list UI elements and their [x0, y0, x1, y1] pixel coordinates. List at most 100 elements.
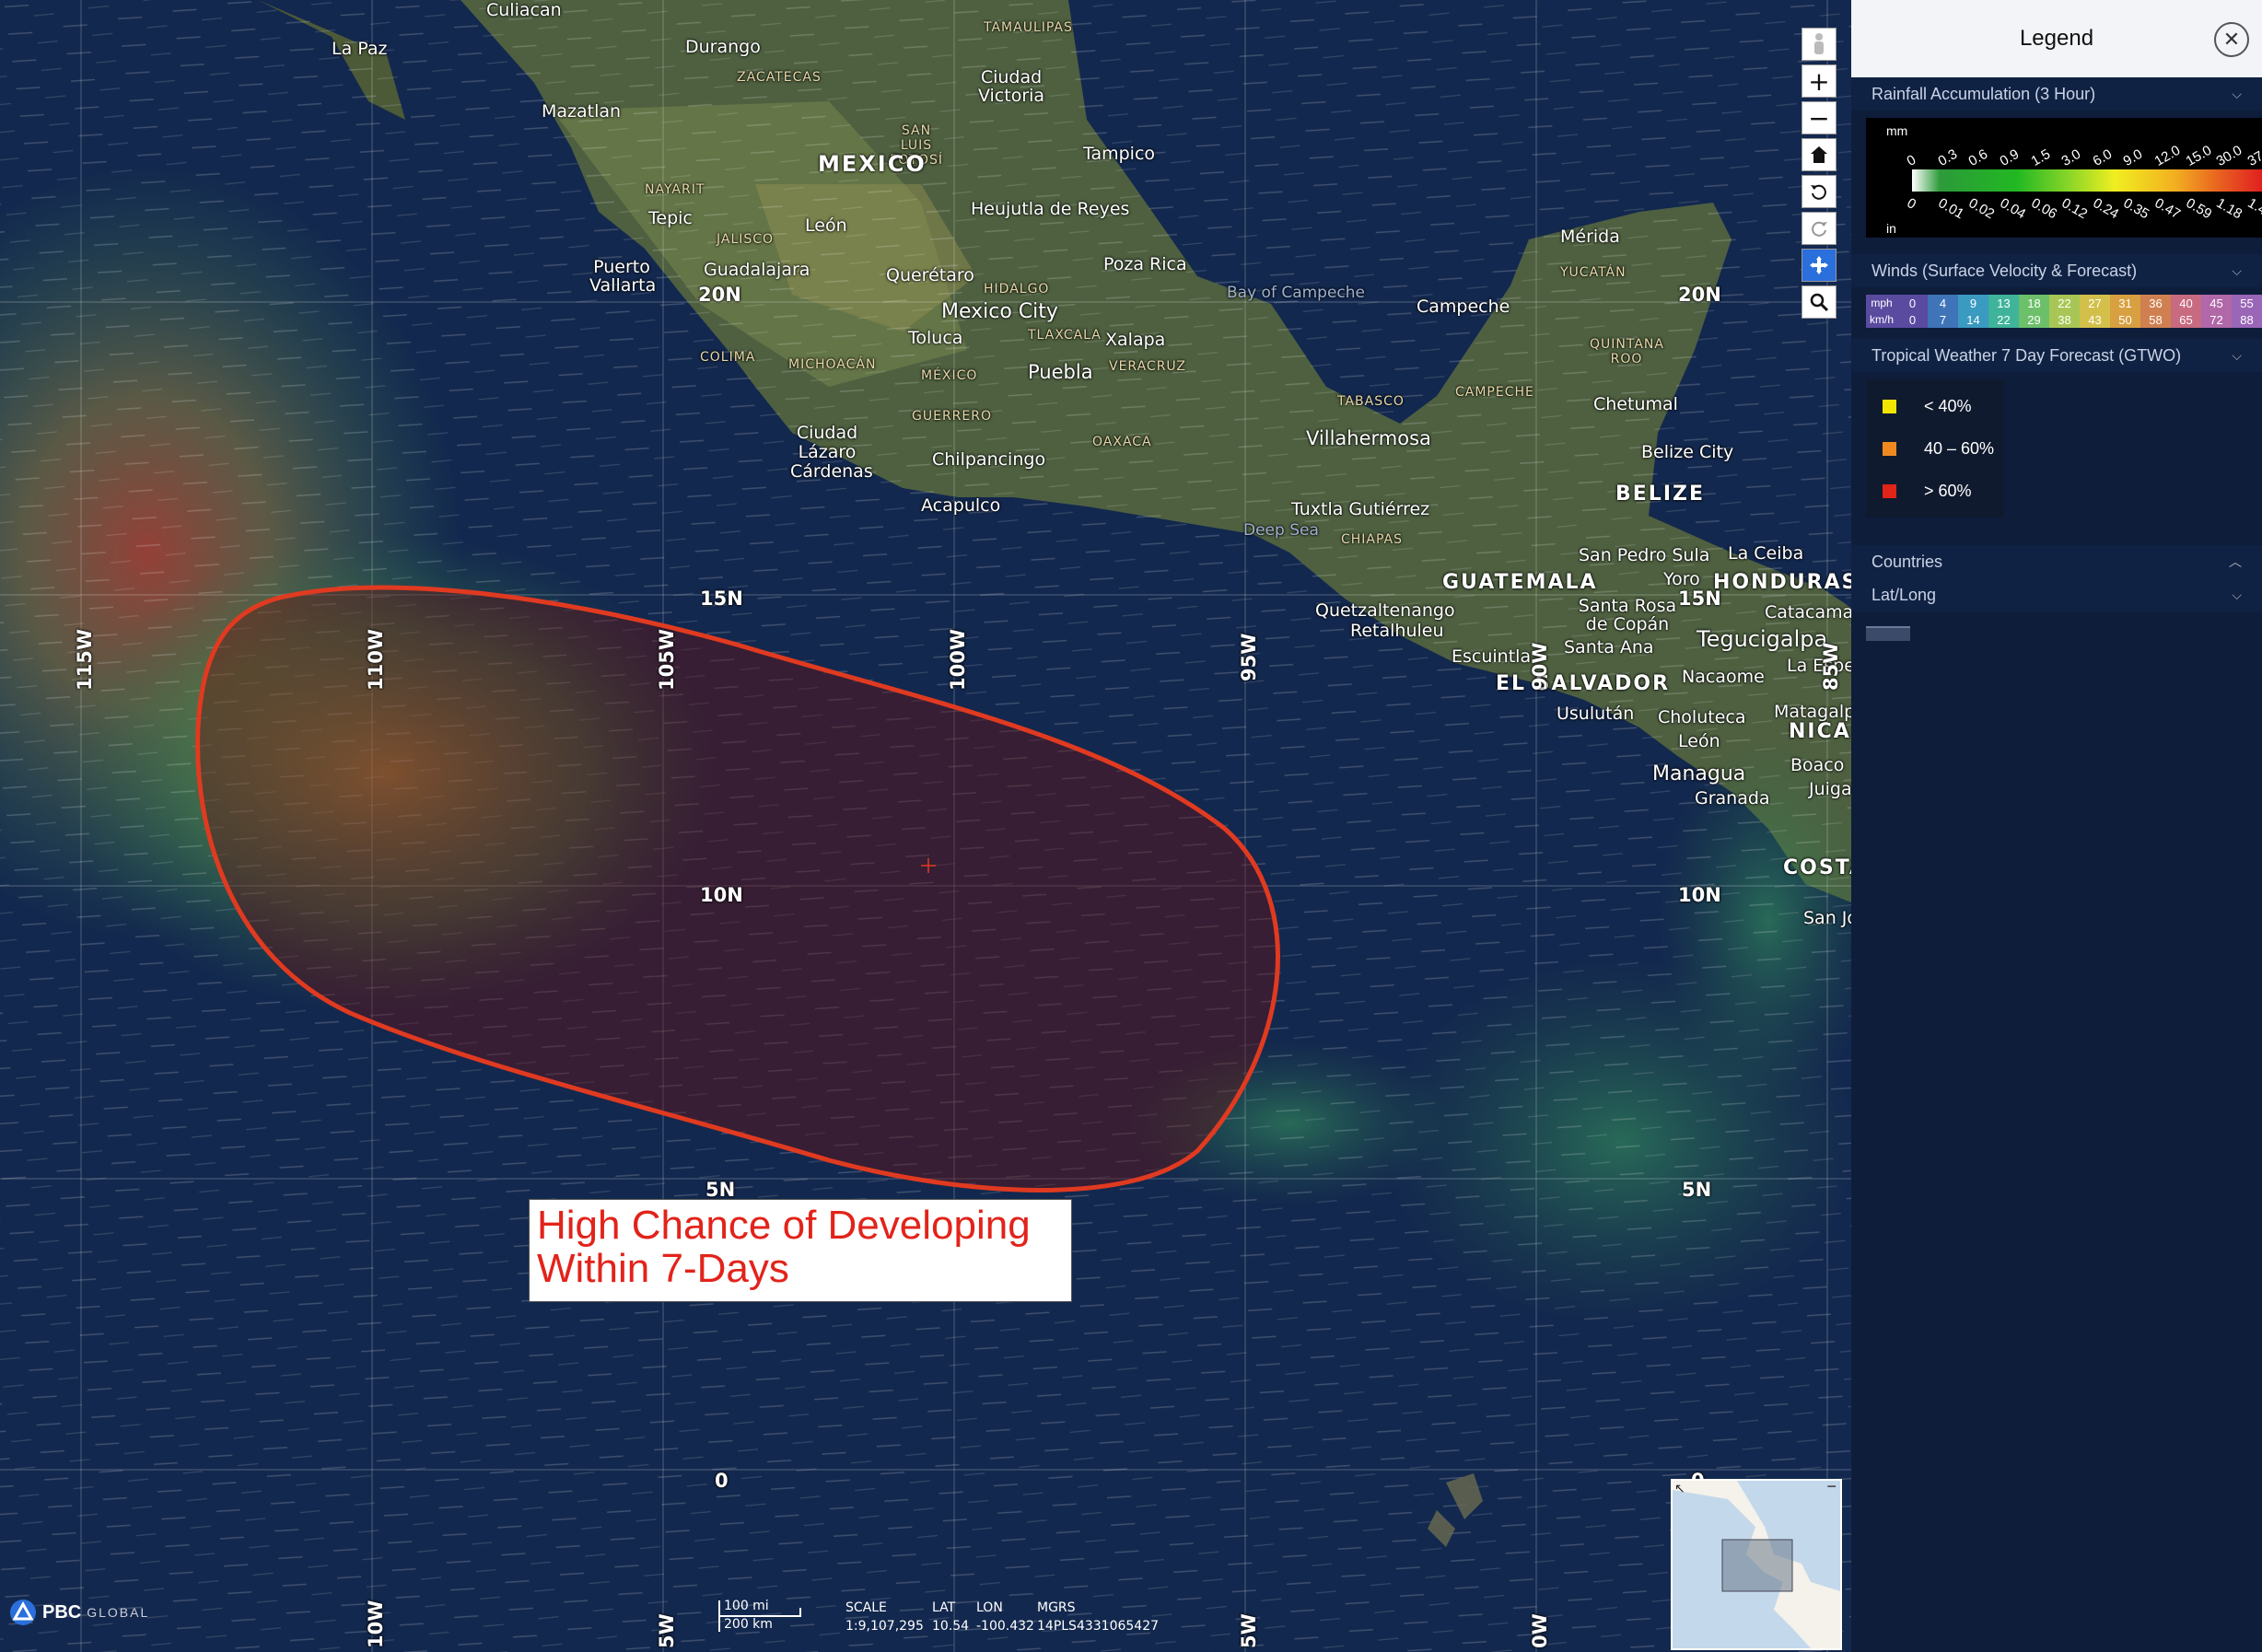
- rainfall-scale: mm in 0 0.3 0.6 0.9 1.5 3.0 6.0 9.0 12.0 15.0 30.0…: [1866, 118, 2262, 238]
- outlook-callout: High Chance of Developing Within 7-Days: [529, 1199, 1072, 1302]
- winds-section-header[interactable]: Winds (Surface Velocity & Forecast) ⌵: [1851, 254, 2262, 287]
- rainfall-in-tick: 0.12: [2058, 195, 2091, 223]
- map-view[interactable]: Culiacan La Paz Durango Mazatlan Ciudad …: [0, 0, 1851, 1652]
- lat-label-equator: 0: [715, 1470, 729, 1492]
- rotate-right-button[interactable]: [1801, 212, 1836, 245]
- latlong-line-swatch: [1866, 626, 1910, 641]
- rainfall-in-tick: 0.06: [2028, 195, 2059, 223]
- street-view-button[interactable]: [1801, 28, 1836, 61]
- country-label-costa-rica: COSTA: [1783, 856, 1851, 879]
- rainfall-in-tick: 1.46: [2245, 195, 2262, 223]
- winds-cell: 36: [2140, 295, 2171, 311]
- pan-button[interactable]: [1801, 249, 1836, 282]
- city-label-puerto-vallarta: Puerto Vallarta: [589, 257, 657, 296]
- winds-cell: 43: [2080, 311, 2110, 328]
- winds-cell: 7: [1928, 311, 1958, 328]
- overview-map[interactable]: ↖ −: [1671, 1479, 1842, 1650]
- country-label-guatemala: GUATEMALA: [1442, 571, 1598, 594]
- rainfall-section-header[interactable]: Rainfall Accumulation (3 Hour) ⌵: [1851, 77, 2262, 111]
- latlong-section-header[interactable]: Lat/Long ⌵: [1851, 578, 2262, 611]
- lon-label-110w-bottom: 10W: [365, 1600, 387, 1648]
- rainfall-mm-tick: 0: [1904, 152, 1919, 169]
- city-label-catacamas: Catacamas: [1765, 602, 1851, 622]
- city-label-nacaome: Nacaome: [1682, 667, 1765, 687]
- home-icon: [1811, 146, 1827, 163]
- mgrs-readout: MGRS 14PLS4331065427: [1037, 1600, 1160, 1634]
- state-label-nayarit: NAYARIT: [645, 182, 705, 197]
- rainfall-mm-tick: 0.9: [1997, 145, 2022, 169]
- zoom-out-button[interactable]: −: [1801, 101, 1836, 134]
- home-button[interactable]: [1801, 138, 1836, 171]
- zoom-in-button[interactable]: +: [1801, 64, 1836, 98]
- state-label-jalisco: JALISCO: [717, 232, 775, 247]
- winds-cell: 13: [1988, 295, 2019, 311]
- lat-label-20n: 20N: [698, 284, 741, 306]
- countries-section-header[interactable]: Countries ︿: [1851, 545, 2262, 578]
- rainfall-mm-tick: 9.0: [2120, 145, 2146, 169]
- winds-cell: 18: [2019, 295, 2049, 311]
- person-icon: [1814, 33, 1824, 54]
- overview-collapse-icon[interactable]: −: [1826, 1481, 1836, 1496]
- city-label-durango: Durango: [685, 37, 761, 57]
- city-label-chetumal: Chetumal: [1593, 394, 1678, 414]
- pan-icon: [1810, 256, 1828, 274]
- rainfall-mm-tick: 1.5: [2028, 145, 2053, 169]
- legend-header: Legend ✕: [1851, 0, 2262, 77]
- rainfall-mm-tick: 0.6: [1965, 145, 1991, 169]
- winds-kmh-row: km/h 0 7 14 22 29 38 43 50 58 65 72 88: [1866, 311, 2262, 328]
- rotate-left-button[interactable]: [1801, 175, 1836, 208]
- lon-label-100w: 100W: [947, 629, 969, 691]
- winds-cell: 40: [2171, 295, 2201, 311]
- gtwo-section-header[interactable]: Tropical Weather 7 Day Forecast (GTWO) ⌵: [1851, 339, 2262, 372]
- city-label-campeche: Campeche: [1417, 297, 1510, 317]
- overview-expand-icon[interactable]: ↖: [1674, 1481, 1685, 1496]
- lat-label-10n-east: 10N: [1678, 884, 1721, 906]
- water-label-deep-sea: Deep Sea: [1243, 521, 1319, 540]
- winds-cell: 72: [2201, 311, 2232, 328]
- city-label-san-jose: San Jo: [1803, 908, 1851, 928]
- rainfall-color-ramp: [1912, 169, 2262, 192]
- gtwo-item-medium: 40 – 60%: [1866, 427, 2004, 470]
- city-label-queretaro: Querétaro: [886, 265, 974, 285]
- gtwo-item-high: > 60%: [1866, 470, 2004, 512]
- state-label-quintana-roo: QUINTANA ROO: [1590, 337, 1664, 366]
- zoom-box-button[interactable]: [1801, 285, 1836, 319]
- city-label-leon: León: [805, 215, 847, 236]
- lat-label-20n-east: 20N: [1678, 284, 1721, 306]
- city-label-culiacan: Culiacan: [486, 0, 562, 20]
- city-label-matagalpa: Matagalpa: [1774, 702, 1851, 722]
- rainfall-mm-tick: 37.0: [2245, 142, 2262, 169]
- lon-label-85w: 85W: [1820, 642, 1842, 691]
- water-label-bay-of-campeche: Bay of Campeche: [1227, 284, 1366, 302]
- city-label-juigalpa: Juiga: [1809, 779, 1851, 799]
- city-label-poza-rica: Poza Rica: [1103, 254, 1187, 274]
- legend-panel: Legend ✕ Rainfall Accumulation (3 Hour) …: [1851, 0, 2262, 1652]
- winds-cell: 0: [1897, 295, 1928, 311]
- winds-cell: 27: [2080, 295, 2110, 311]
- country-label-nicaragua: NICAR: [1789, 720, 1851, 743]
- city-label-leon-ni: León: [1678, 731, 1720, 751]
- map-canvas[interactable]: [0, 0, 1851, 1652]
- rainfall-mm-ticks: 0 0.3 0.6 0.9 1.5 3.0 6.0 9.0 12.0 15.0 30.0 37.0: [1903, 142, 2262, 169]
- overview-canvas: [1673, 1481, 1840, 1648]
- country-label-belize: BELIZE: [1615, 483, 1705, 506]
- city-label-choluteca: Choluteca: [1658, 707, 1746, 727]
- brand-sub: GLOBAL: [87, 1605, 150, 1620]
- rainfall-in-tick: 0.35: [2120, 195, 2152, 223]
- chevron-down-icon: ⌵: [2232, 86, 2242, 101]
- city-label-la-paz: La Paz: [332, 39, 388, 59]
- city-label-san-pedro-sula: San Pedro Sula: [1579, 545, 1710, 565]
- city-label-santa-ana: Santa Ana: [1564, 637, 1654, 657]
- winds-mph-row: mph 0 4 9 13 18 22 27 31 36 40 45 55: [1866, 295, 2262, 311]
- city-label-puebla: Puebla: [1028, 361, 1093, 383]
- state-label-yucatan: YUCATÁN: [1560, 265, 1627, 280]
- city-label-la-ceiba: La Ceiba: [1728, 543, 1804, 564]
- rainfall-in-tick: 0.02: [1965, 195, 1998, 223]
- winds-cell: 4: [1928, 295, 1958, 311]
- city-label-huejutla: Heujutla de Reyes: [971, 199, 1130, 219]
- rainfall-mm-tick: 15.0: [2183, 142, 2215, 169]
- legend-close-button[interactable]: ✕: [2214, 22, 2249, 57]
- state-label-tabasco: TABASCO: [1337, 394, 1405, 409]
- rainfall-in-tick: 0: [1904, 195, 1919, 213]
- city-label-managua: Managua: [1652, 762, 1746, 785]
